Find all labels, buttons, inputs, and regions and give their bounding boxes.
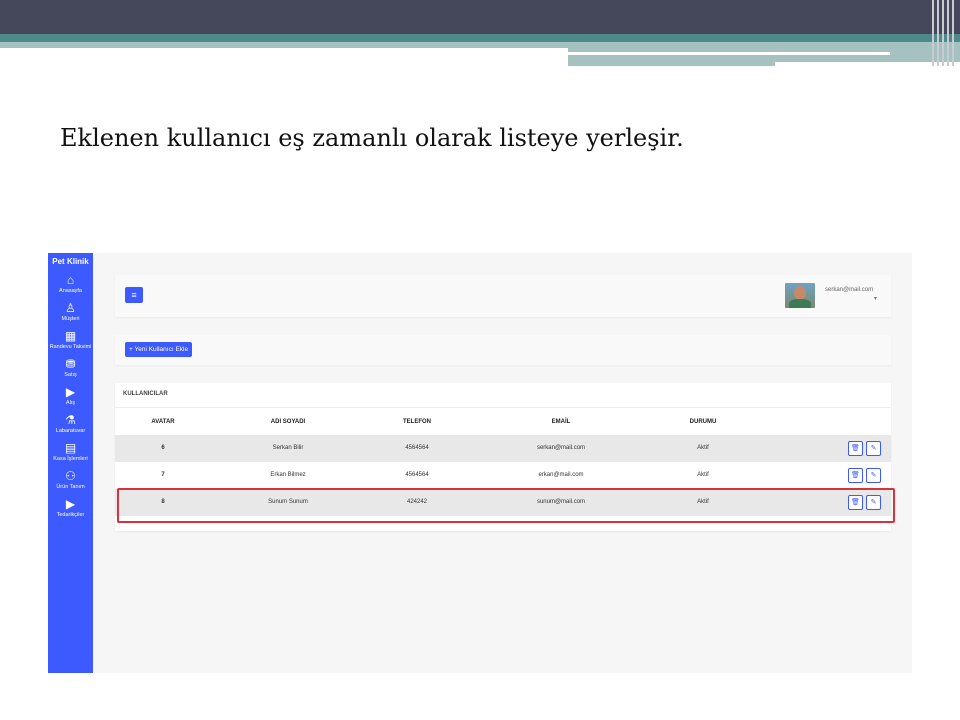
sidebar-item-labaratuvar[interactable]: ⚗ Labaratuvar [48,413,93,435]
sidebar-item-label: Satış [64,372,77,378]
cell-name: Erkan Bilmez [270,472,306,478]
delete-icon[interactable]: 🗑 [848,495,863,510]
calendar-icon: ▦ [64,329,77,343]
main-content: ≡ serkan@mail.com ▾ + Yeni Kullanıcı Ekl… [93,253,912,673]
delete-icon[interactable]: 🗑 [848,468,863,483]
header-band-teal [0,34,960,42]
sidebar-item-label: Anasayfa [59,288,82,294]
header-stripe [568,52,890,55]
edit-icon[interactable]: ✎ [866,441,881,456]
sidebar-nav: ⌂ Anasayfa ♙ Müşteri ▦ Randevu Takvimi ⛃ Satış ▶… [48,273,93,519]
sidebar-item-label: Tedarikçiler [56,512,85,518]
cell-phone: 4564564 [405,445,429,451]
cell-status: Aktif [697,472,709,478]
card-title: KULLANICILAR [123,391,168,397]
sidebar-item-tedarikçiler[interactable]: ▶ Tedarikçiler [48,497,93,519]
sidebar-item-müşteri[interactable]: ♙ Müşteri [48,301,93,323]
column-header-avatar: AVATAR [151,419,175,425]
brand-logo: Pet Klinik [52,257,89,266]
header-band-light [0,42,568,48]
user-email[interactable]: serkan@mail.com [825,287,873,293]
sidebar-item-label: Müşteri [61,316,80,322]
cell-phone: 424242 [406,499,428,505]
truck-icon: ▶ [65,497,76,511]
cell-status: Aktif [697,445,709,451]
table-row[interactable]: 6 Serkan Bilir 4564564 serkan@mail.com Aktif… [115,435,891,462]
truck-icon: ▶ [65,385,76,399]
header-band-dark [0,0,960,34]
sidebar-item-label: Kasa İşlemleri [53,456,88,462]
sidebar-item-ürün-tanım[interactable]: ⚇ Ürün Tanım [48,469,93,491]
table-header: AVATAR ADI SOYADI TELEFON EMAİL DURUMU [115,407,891,435]
edit-icon[interactable]: ✎ [866,468,881,483]
slide-title: Eklenen kullanıcı eş zamanlı olarak list… [60,124,684,152]
sidebar-item-label: Labaratuvar [55,428,86,434]
sidebar-item-label: Randevu Takvimi [49,344,92,350]
delete-icon[interactable]: 🗑 [848,441,863,456]
sidebar: Pet Klinik ⌂ Anasayfa ♙ Müşteri ▦ Randevu Tak… [48,253,93,673]
column-header-name: ADI SOYADI [270,419,306,425]
column-header-status: DURUMU [689,419,717,425]
slide: Eklenen kullanıcı eş zamanlı olarak list… [0,0,960,720]
cell-avatar: 8 [161,499,165,505]
column-header-phone: TELEFON [403,419,431,425]
menu-toggle-button[interactable]: ≡ [125,287,143,303]
avatar[interactable] [785,283,815,308]
basket-icon: ⛃ [65,357,76,371]
table-row[interactable]: 7 Erkan Bilmez 4564564 erkan@mail.com Aktif 🗑… [115,462,891,489]
cell-email: sunum@mail.com [536,499,586,505]
sidebar-item-anasayfa[interactable]: ⌂ Anasayfa [48,273,93,295]
users-card: KULLANICILAR AVATAR ADI SOYADI TELEFON E… [115,383,891,531]
cell-email: erkan@mail.com [538,472,584,478]
sidebar-item-label: Alış [65,400,76,406]
cell-name: Serkan Bilir [272,445,304,451]
add-user-button[interactable]: + Yeni Kullanıcı Ekle [125,342,193,357]
table-row[interactable]: 8 Sunum Sunum 424242 sunum@mail.com Aktif 🗑 ✎ [115,489,891,516]
app-screenshot: Pet Klinik ⌂ Anasayfa ♙ Müşteri ▦ Randevu Tak… [48,253,912,673]
cell-phone: 4564564 [405,472,429,478]
flask-icon: ⚗ [65,413,76,427]
edit-icon[interactable]: ✎ [866,495,881,510]
cell-avatar: 7 [161,472,165,478]
home-icon: ⌂ [66,273,75,287]
topbar: ≡ serkan@mail.com ▾ [115,275,891,317]
corner-lines [930,0,960,66]
card-icon: ▤ [64,441,77,455]
sidebar-item-satış[interactable]: ⛃ Satış [48,357,93,379]
people-icon: ⚇ [65,469,76,483]
cell-email: serkan@mail.com [536,445,586,451]
cell-name: Sunum Sunum [268,499,308,505]
chevron-down-icon[interactable]: ▾ [874,295,877,302]
sidebar-item-randevu-takvimi[interactable]: ▦ Randevu Takvimi [48,329,93,351]
sidebar-item-label: Ürün Tanım [56,484,85,490]
cell-status: Aktif [697,499,709,505]
column-header-email: EMAİL [551,419,571,425]
sidebar-item-kasa-i-şlemleri[interactable]: ▤ Kasa İşlemleri [48,441,93,463]
cell-avatar: 6 [161,445,165,451]
action-bar: + Yeni Kullanıcı Ekle [115,335,891,365]
user-icon: ♙ [65,301,76,315]
sidebar-item-alış[interactable]: ▶ Alış [48,385,93,407]
